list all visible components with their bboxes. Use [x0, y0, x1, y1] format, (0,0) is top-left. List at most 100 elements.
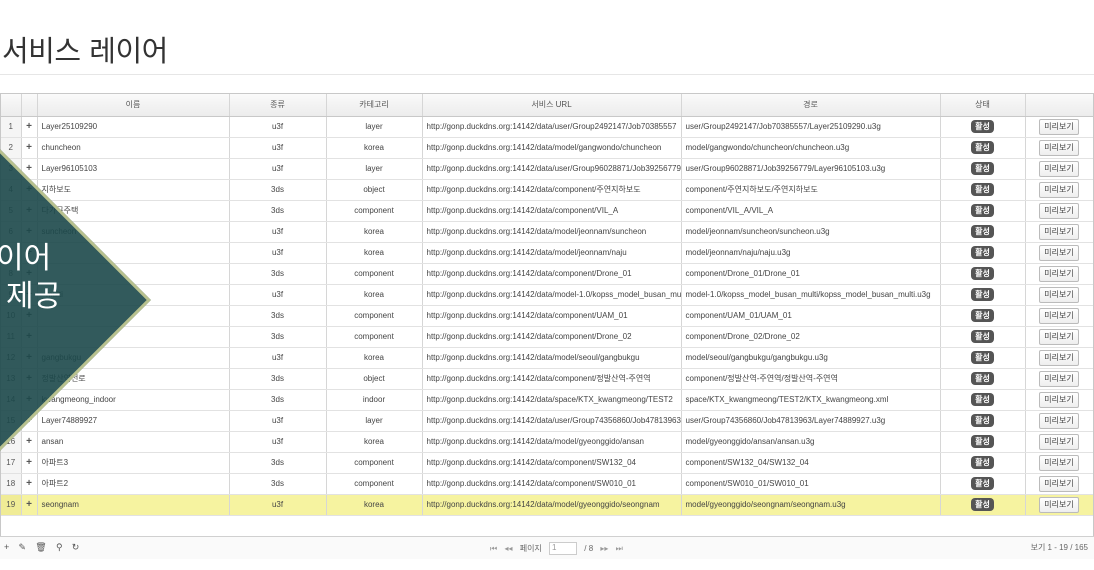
cell-path: component/주연지하보도/주연지하보도: [681, 179, 941, 201]
prev-page-icon[interactable]: ◂◂: [504, 544, 512, 553]
table-row[interactable]: 11+3dscomponenthttp://gonp.duckdns.org:1…: [1, 326, 1093, 348]
status-badge: 활성: [971, 435, 994, 448]
status-badge: 활성: [971, 267, 994, 280]
preview-button[interactable]: 미리보기: [1039, 454, 1079, 471]
cell-name: chuncheon: [37, 137, 230, 159]
table-row[interactable]: 5+다가구주택3dscomponenthttp://gonp.duckdns.o…: [1, 200, 1093, 222]
expand-icon[interactable]: +: [21, 431, 38, 453]
cell-actions: 미리보기: [1025, 326, 1093, 348]
preview-button[interactable]: 미리보기: [1039, 307, 1079, 324]
header-type[interactable]: 종류: [229, 94, 327, 117]
table-row[interactable]: 13+정발산역선로3dsobjecthttp://gonp.duckdns.or…: [1, 368, 1093, 390]
preview-button[interactable]: 미리보기: [1039, 370, 1079, 387]
next-page-icon[interactable]: ▸▸: [600, 544, 608, 553]
cell-name: Layer25109290: [37, 116, 230, 138]
cell-type: 3ds: [229, 305, 327, 327]
header-name[interactable]: 이름: [37, 94, 230, 117]
preview-button[interactable]: 미리보기: [1039, 181, 1079, 198]
preview-button[interactable]: 미리보기: [1039, 202, 1079, 219]
cell-status: 활성: [940, 263, 1026, 285]
preview-button[interactable]: 미리보기: [1039, 223, 1079, 240]
table-body: 1 + Layer25109290 u3f layer http://gonp.duckd…: [1, 116, 1093, 516]
cell-status: 활성: [940, 326, 1026, 348]
expand-icon[interactable]: +: [21, 473, 38, 495]
preview-button[interactable]: 미리보기: [1039, 349, 1079, 366]
row-number: 19: [1, 494, 22, 516]
cell-category: korea: [326, 137, 423, 159]
cell-type: u3f: [229, 284, 327, 306]
expand-icon[interactable]: +: [21, 494, 38, 516]
expand-icon[interactable]: +: [21, 137, 38, 159]
table-row[interactable]: 14+kwangmeong_indoor3dsindoorhttp://gonp…: [1, 389, 1093, 411]
cell-category: korea: [326, 242, 423, 264]
table-row[interactable]: 19 + seongnam u3f korea http://gonp.duckdns.o…: [1, 494, 1093, 516]
preview-button[interactable]: 미리보기: [1039, 244, 1079, 261]
edit-icon[interactable]: ✎: [19, 542, 27, 552]
preview-button[interactable]: 미리보기: [1039, 412, 1079, 429]
expand-icon[interactable]: +: [21, 452, 38, 474]
cell-actions: 미리보기: [1025, 305, 1093, 327]
cell-status: 활성: [940, 368, 1026, 390]
cell-category: korea: [326, 221, 423, 243]
cell-path: user/Group2492147/Job70385557/Layer25109…: [681, 116, 941, 138]
table-row[interactable]: 8+3dscomponenthttp://gonp.duckdns.org:14…: [1, 263, 1093, 285]
status-badge: 활성: [971, 393, 994, 406]
preview-button[interactable]: 미리보기: [1039, 160, 1079, 177]
header-category[interactable]: 카테고리: [326, 94, 423, 117]
status-badge: 활성: [971, 162, 994, 175]
cell-path: component/VIL_A/VIL_A: [681, 200, 941, 222]
preview-button[interactable]: 미리보기: [1039, 265, 1079, 282]
cell-service-url: http://gonp.duckdns.org:14142/data/space…: [422, 389, 682, 411]
cell-status: 활성: [940, 431, 1026, 453]
table-row[interactable]: 3+Layer96105103u3flayerhttp://gonp.duckd…: [1, 158, 1093, 180]
preview-button[interactable]: 미리보기: [1039, 286, 1079, 303]
cell-actions: 미리보기: [1025, 284, 1093, 306]
table-row[interactable]: 1 + Layer25109290 u3f layer http://gonp.duckd…: [1, 116, 1093, 138]
table-row[interactable]: 9+_multiu3fkoreahttp://gonp.duckdns.org:…: [1, 284, 1093, 306]
cell-type: u3f: [229, 116, 327, 138]
cell-name: 지하보도: [37, 179, 230, 201]
refresh-icon[interactable]: ↻: [72, 542, 80, 552]
table-row[interactable]: 4+지하보도3dsobjecthttp://gonp.duckdns.org:1…: [1, 179, 1093, 201]
cell-service-url: http://gonp.duckdns.org:14142/data/compo…: [422, 305, 682, 327]
table-row[interactable]: 15+Layer74889927u3flayerhttp://gonp.duck…: [1, 410, 1093, 432]
page-input[interactable]: 1: [549, 542, 578, 555]
service-layer-grid: 이름 종류 카테고리 서비스 URL 경로 상태 1 + Layer25109290…: [0, 93, 1094, 559]
preview-button[interactable]: 미리보기: [1039, 391, 1079, 408]
table-row[interactable]: 12+gangbukguu3fkoreahttp://gonp.duckdns.…: [1, 347, 1093, 369]
first-page-icon[interactable]: ⏮: [490, 544, 497, 553]
add-icon[interactable]: +: [4, 542, 9, 552]
cell-path: model-1.0/kopss_model_busan_multi/kopss_…: [681, 284, 941, 306]
table-row[interactable]: 16 + ansan u3f korea http://gonp.duckdns.org:…: [1, 431, 1093, 453]
status-badge: 활성: [971, 246, 994, 259]
search-icon[interactable]: ⚲: [56, 542, 63, 552]
preview-button[interactable]: 미리보기: [1039, 328, 1079, 345]
cell-type: 3ds: [229, 263, 327, 285]
header-service-url[interactable]: 서비스 URL: [422, 94, 682, 117]
cell-path: component/SW010_01/SW010_01: [681, 473, 941, 495]
table-row[interactable]: 18 + 아파트2 3ds component http://gonp.duckdns.o…: [1, 473, 1093, 495]
row-number: 17: [1, 452, 22, 474]
header-path[interactable]: 경로: [681, 94, 941, 117]
table-row[interactable]: 10+3dscomponenthttp://gonp.duckdns.org:1…: [1, 305, 1093, 327]
preview-button[interactable]: 미리보기: [1039, 139, 1079, 156]
cell-service-url: http://gonp.duckdns.org:14142/data/model…: [422, 494, 682, 516]
preview-button[interactable]: 미리보기: [1039, 496, 1079, 513]
table-row[interactable]: 17 + 아파트3 3ds component http://gonp.duckdns.o…: [1, 452, 1093, 474]
cell-category: component: [326, 326, 423, 348]
page-total: / 8: [584, 543, 594, 553]
cell-name: 아파트3: [37, 452, 230, 474]
table-row[interactable]: 6+suncheonu3fkoreahttp://gonp.duckdns.or…: [1, 221, 1093, 243]
cell-type: u3f: [229, 221, 327, 243]
cell-path: component/SW132_04/SW132_04: [681, 452, 941, 474]
expand-icon[interactable]: +: [21, 116, 38, 138]
preview-button[interactable]: 미리보기: [1039, 433, 1079, 450]
last-page-icon[interactable]: ⏭: [616, 544, 623, 553]
preview-button[interactable]: 미리보기: [1039, 475, 1079, 492]
header-status[interactable]: 상태: [940, 94, 1026, 117]
preview-button[interactable]: 미리보기: [1039, 118, 1079, 135]
table-row[interactable]: 7+u3fkoreahttp://gonp.duckdns.org:14142/…: [1, 242, 1093, 264]
delete-icon[interactable]: 🗑: [35, 542, 46, 552]
cell-service-url: http://gonp.duckdns.org:14142/data/compo…: [422, 263, 682, 285]
table-row[interactable]: 2 + chuncheon u3f korea http://gonp.duckdns.o…: [1, 137, 1093, 159]
